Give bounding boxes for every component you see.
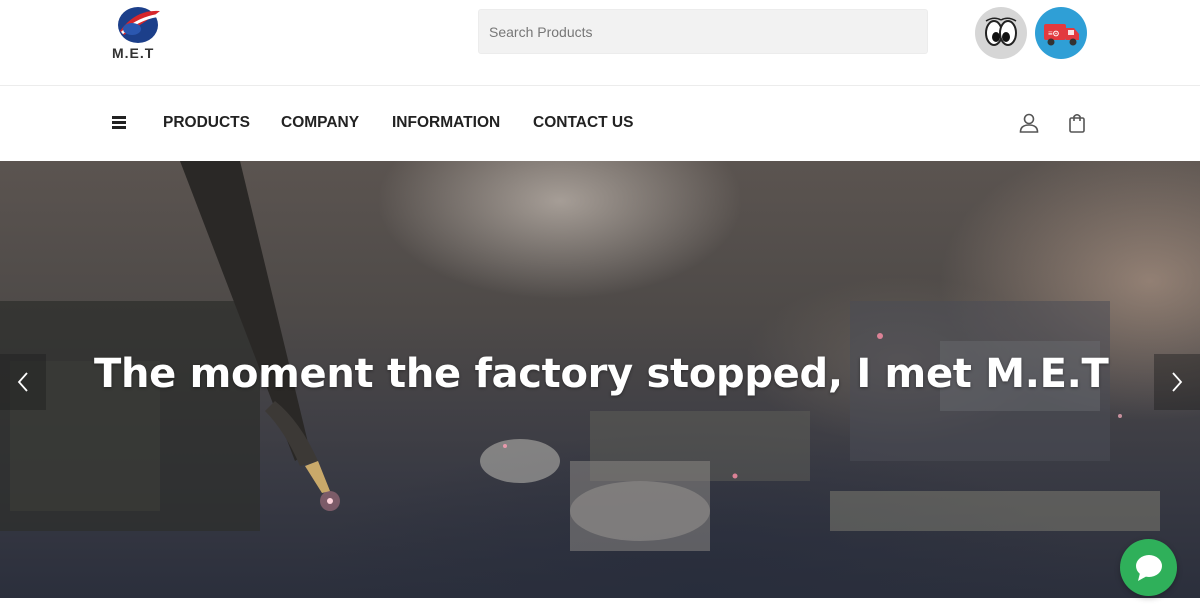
chevron-right-icon xyxy=(1172,372,1183,392)
eyes-icon xyxy=(985,17,1017,46)
delivery-truck-icon: ≡⊙ xyxy=(1044,24,1079,46)
chat-button[interactable] xyxy=(1120,539,1177,596)
delivery-button[interactable]: ≡⊙ xyxy=(1035,7,1087,59)
top-header: M.E.T ≡⊙ xyxy=(0,0,1200,86)
svg-text:≡⊙: ≡⊙ xyxy=(1048,29,1060,38)
chevron-left-icon xyxy=(17,372,28,392)
slider-next-button[interactable] xyxy=(1154,354,1200,410)
page-bottom-strip xyxy=(0,598,1200,611)
main-nav: PRODUCTS COMPANY INFORMATION CONTACT US xyxy=(0,86,1200,161)
nav-item-contact-us[interactable]: CONTACT US xyxy=(533,114,633,132)
eyes-button[interactable] xyxy=(975,7,1027,59)
slider-prev-button[interactable] xyxy=(0,354,46,410)
hamburger-icon[interactable] xyxy=(112,116,126,129)
search-input[interactable] xyxy=(479,10,927,53)
hero-slider: The moment the factory stopped, I met M.… xyxy=(0,161,1200,598)
search-box[interactable] xyxy=(478,9,928,54)
nav-item-information[interactable]: INFORMATION xyxy=(392,114,500,132)
shopping-bag-icon[interactable] xyxy=(1068,112,1086,134)
chat-bubble-icon xyxy=(1135,554,1162,581)
nav-item-company[interactable]: COMPANY xyxy=(281,114,359,132)
logo-text: M.E.T xyxy=(112,45,155,61)
hero-title: The moment the factory stopped, I met M.… xyxy=(94,351,1109,397)
user-icon[interactable] xyxy=(1018,112,1040,134)
nav-item-products[interactable]: PRODUCTS xyxy=(163,114,250,132)
